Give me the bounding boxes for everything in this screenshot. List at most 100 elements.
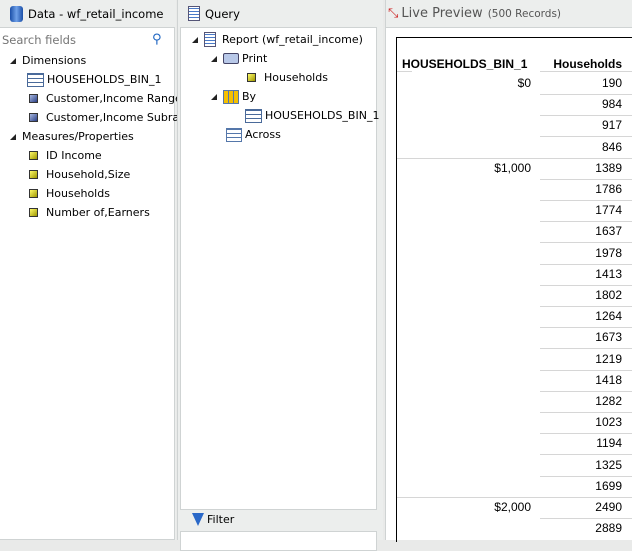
search-icon[interactable]: ⚲ <box>152 32 162 47</box>
row-divider <box>540 284 632 286</box>
households-cell: 1413 <box>595 266 622 281</box>
across-label: Across <box>245 128 281 141</box>
expand-icon[interactable] <box>192 36 198 43</box>
data-panel-title: Data - wf_retail_income <box>28 6 164 21</box>
column-header: HOUSEHOLDS_BIN_1 <box>402 57 528 71</box>
field-item[interactable]: Customer,Income Subrange <box>29 108 200 127</box>
row-divider <box>540 200 632 201</box>
field-label: HOUSEHOLDS_BIN_1 <box>47 73 162 86</box>
database-icon <box>10 5 23 22</box>
row-divider <box>540 178 632 180</box>
expand-icon[interactable] <box>10 57 16 64</box>
print-field[interactable]: Households <box>247 68 328 87</box>
field-label: ID Income <box>46 149 102 162</box>
report-label: Report (wf_retail_income) <box>222 33 363 46</box>
households-cell: 1802 <box>595 288 622 302</box>
across-icon <box>226 127 242 142</box>
field-item[interactable]: Household,Size <box>29 165 130 184</box>
field-label: Number of,Earners <box>46 206 150 219</box>
expand-icon[interactable] <box>211 93 217 100</box>
households-cell: 1282 <box>595 394 622 408</box>
query-panel-header: Query <box>178 0 383 27</box>
tree-by[interactable]: By <box>211 87 256 106</box>
header-divider <box>540 71 632 72</box>
row-divider <box>540 475 632 477</box>
query-panel-title: Query <box>205 6 240 21</box>
measure-icon <box>29 208 38 217</box>
by-field[interactable]: HOUSEHOLDS_BIN_1 <box>245 106 379 125</box>
households-cell: 1786 <box>595 182 622 196</box>
row-divider <box>540 433 632 435</box>
row-divider <box>540 369 632 371</box>
measure-icon <box>29 170 38 179</box>
field-item[interactable]: Number of,Earners <box>29 203 150 222</box>
search-fields-input[interactable] <box>2 31 142 48</box>
tree-across[interactable]: Across <box>226 125 281 144</box>
field-label: Customer,Income Range <box>46 92 182 105</box>
query-panel: Query Report (wf_retail_income) Print Ho… <box>177 0 383 551</box>
households-cell: 1325 <box>595 457 622 472</box>
row-divider <box>540 327 632 329</box>
households-cell: 2889 <box>595 521 622 536</box>
households-cell: 1219 <box>595 351 622 366</box>
group-divider <box>397 157 632 159</box>
filter-header[interactable]: Filter <box>192 510 234 529</box>
row-divider <box>540 306 632 307</box>
live-preview-icon: ⤡ <box>388 6 399 21</box>
row-divider <box>540 348 632 350</box>
bin-cell: $2,000 <box>494 500 531 514</box>
expand-icon[interactable] <box>10 133 16 140</box>
row-divider <box>540 136 632 138</box>
tree-measures[interactable]: Measures/Properties <box>10 127 134 146</box>
preview-panel: ⤡ Live Preview (500 Records) HOUSEHOLDS_… <box>385 0 632 542</box>
households-cell: 1264 <box>595 309 622 324</box>
field-item[interactable]: Households <box>29 184 110 203</box>
households-cell: 1194 <box>596 436 622 451</box>
households-cell: 1389 <box>595 160 622 175</box>
row-divider <box>540 94 632 95</box>
data-panel: Data - wf_retail_income ⚲ Dimensions HOU… <box>0 0 200 540</box>
filter-label: Filter <box>207 513 235 526</box>
field-item[interactable]: Customer,Income Range <box>29 89 182 108</box>
tree-print[interactable]: Print <box>211 49 267 68</box>
households-cell: 1418 <box>595 372 622 387</box>
document-icon <box>188 6 200 21</box>
group-divider <box>397 497 632 498</box>
row-divider <box>540 115 632 117</box>
by-label: By <box>242 90 257 103</box>
households-cell: 846 <box>601 139 622 154</box>
report-frame: HOUSEHOLDS_BIN_1 Households $0 190 984 917 846… <box>396 37 632 542</box>
data-panel-header: Data - wf_retail_income <box>0 0 176 27</box>
tree-dimensions[interactable]: Dimensions <box>10 51 86 70</box>
field-item[interactable]: ID Income <box>29 146 102 165</box>
households-cell: 1673 <box>595 330 622 345</box>
households-cell: 1774 <box>595 203 622 218</box>
report-icon <box>204 32 216 47</box>
bin-cell: $1,000 <box>494 160 531 175</box>
households-cell: 1023 <box>595 415 622 430</box>
group-label: Dimensions <box>22 54 87 67</box>
measure-icon <box>29 189 38 198</box>
row-divider <box>540 242 632 244</box>
field-label: HOUSEHOLDS_BIN_1 <box>265 109 380 122</box>
preview-area: HOUSEHOLDS_BIN_1 Households $0 190 984 917 846… <box>386 27 632 542</box>
row-divider <box>540 221 632 223</box>
field-label: Household,Size <box>46 168 131 181</box>
row-divider <box>540 390 632 392</box>
bin-cell: $0 <box>517 76 531 90</box>
row-divider <box>540 263 632 265</box>
households-cell: 917 <box>601 118 622 133</box>
households-cell: 2490 <box>595 500 622 514</box>
filter-icon <box>192 513 204 526</box>
by-icon <box>223 89 239 104</box>
households-cell: 984 <box>601 97 622 112</box>
expand-icon[interactable] <box>211 55 217 62</box>
field-item[interactable]: HOUSEHOLDS_BIN_1 <box>27 70 161 89</box>
group-label: Measures/Properties <box>22 130 134 143</box>
tree-report[interactable]: Report (wf_retail_income) <box>192 30 363 49</box>
households-cell: 1637 <box>595 224 622 239</box>
dimension-field-icon <box>29 113 38 122</box>
dimension-field-icon <box>29 94 38 103</box>
dimension-icon <box>245 108 262 123</box>
row-divider <box>540 412 632 413</box>
